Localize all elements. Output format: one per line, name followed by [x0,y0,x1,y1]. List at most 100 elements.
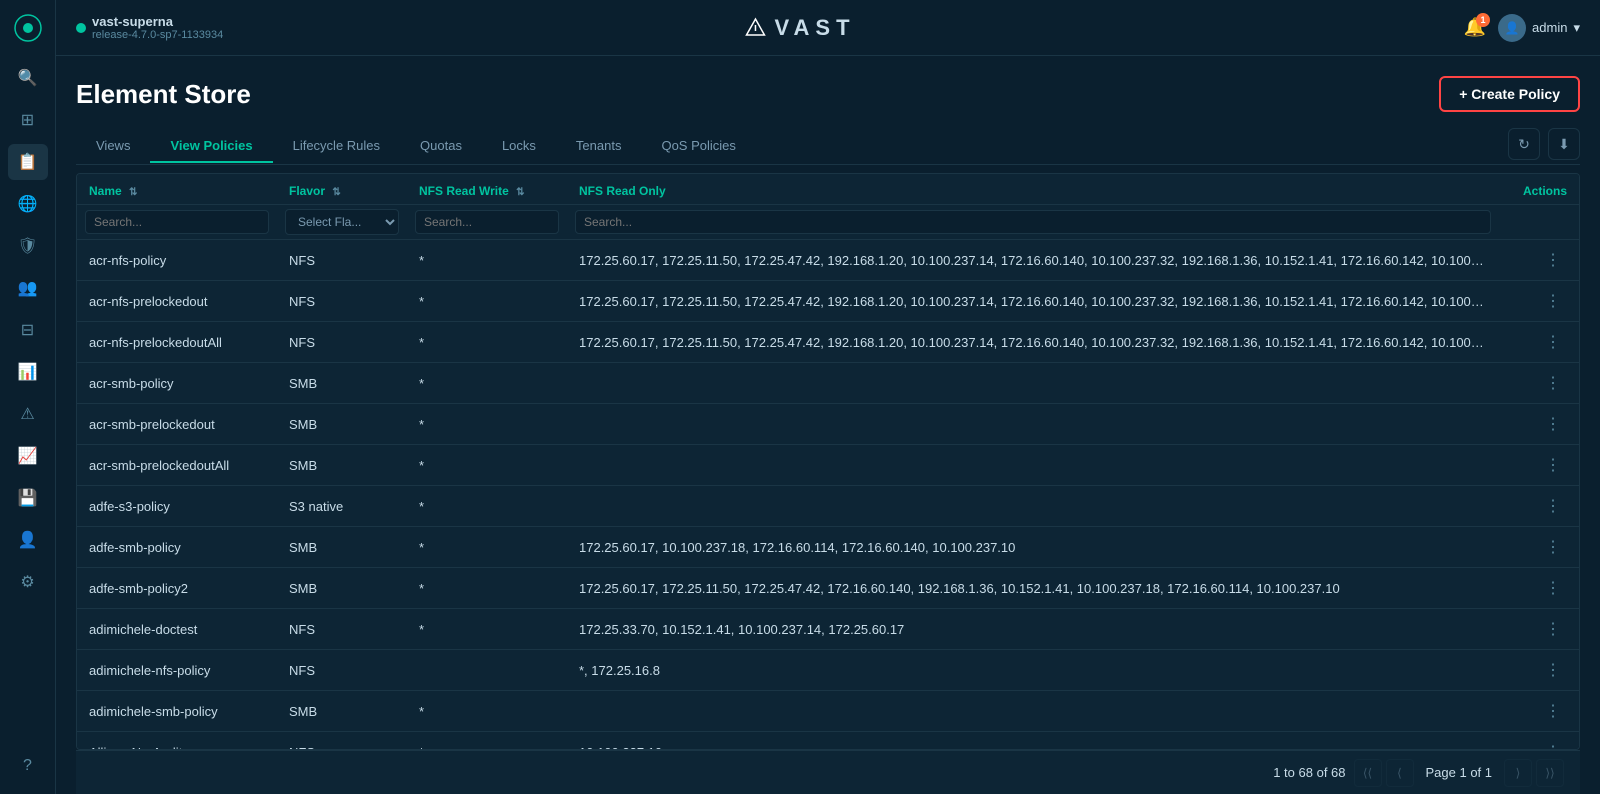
cell-flavor: S3 native [277,486,407,527]
sidebar-item-alert[interactable]: ⚠ [8,396,48,432]
table-body: acr-nfs-policy NFS * 172.25.60.17, 172.2… [77,240,1579,751]
download-button[interactable]: ⬇ [1548,128,1580,160]
tab-views[interactable]: Views [76,130,150,163]
sidebar-item-storage[interactable]: 💾 [8,480,48,516]
tab-view-policies[interactable]: View Policies [150,130,272,163]
alert-button[interactable]: 🔔 1 [1464,17,1486,38]
filter-flavor-select[interactable]: Select Fla... [285,209,399,235]
table-row: Allison-No-Audit NFS * 10.100.237.10 ⋮ [77,732,1579,751]
vast-text: VAST [774,15,855,41]
table-row: acr-nfs-prelockedoutAll NFS * 172.25.60.… [77,322,1579,363]
chart-icon: 📊 [18,362,38,382]
row-actions-menu[interactable]: ⋮ [1539,660,1567,681]
sidebar-item-chart[interactable]: 📊 [8,354,48,390]
refresh-button[interactable]: ↻ [1508,128,1540,160]
cell-flavor: SMB [277,691,407,732]
filter-nfs-ro-input[interactable] [575,210,1491,234]
tab-locks[interactable]: Locks [482,130,556,163]
table-header-row: Name ⇅ Flavor ⇅ NFS Read Write ⇅ NFS R [77,174,1579,205]
sidebar-item-user-settings[interactable]: 👤 [8,522,48,558]
page-next-button[interactable]: ⟩ [1504,759,1532,787]
sidebar-item-reports[interactable]: 📋 [8,144,48,180]
user-settings-icon: 👤 [18,530,38,550]
row-actions-menu[interactable]: ⋮ [1539,619,1567,640]
page-last-button[interactable]: ⟩⟩ [1536,759,1564,787]
tab-lifecycle-rules[interactable]: Lifecycle Rules [273,130,400,163]
storage-icon: 💾 [18,488,38,508]
col-header-flavor[interactable]: Flavor ⇅ [277,174,407,205]
filter-nfs-rw-input[interactable] [415,210,559,234]
row-actions-menu[interactable]: ⋮ [1539,250,1567,271]
instance-status: vast-superna release-4.7.0-sp7-1133934 [76,14,223,41]
table-row: acr-nfs-prelockedout NFS * 172.25.60.17,… [77,281,1579,322]
sidebar-item-layers[interactable]: ⊟ [8,312,48,348]
cell-nfs-rw: * [407,445,567,486]
tabs-left: Views View Policies Lifecycle Rules Quot… [76,130,756,162]
cell-flavor: SMB [277,363,407,404]
sort-icon-flavor: ⇅ [332,187,340,198]
cell-nfs-ro [567,404,1499,445]
cell-nfs-rw: * [407,240,567,281]
cell-name: adimichele-doctest [77,609,277,650]
cell-flavor: NFS [277,322,407,363]
cell-nfs-rw: * [407,568,567,609]
cell-name: acr-smb-policy [77,363,277,404]
policies-table: Name ⇅ Flavor ⇅ NFS Read Write ⇅ NFS R [77,174,1579,750]
row-actions-menu[interactable]: ⋮ [1539,414,1567,435]
tab-tenants[interactable]: Tenants [556,130,642,163]
sidebar-item-settings[interactable]: ⚙ [8,564,48,600]
download-icon: ⬇ [1558,136,1570,153]
cell-nfs-rw: * [407,732,567,751]
sidebar-item-dashboard[interactable]: ⊞ [8,102,48,138]
row-actions-menu[interactable]: ⋮ [1539,742,1567,750]
alert-count: 1 [1476,13,1490,27]
cell-actions: ⋮ [1499,363,1579,404]
instance-version: release-4.7.0-sp7-1133934 [92,29,223,41]
chevron-down-icon: ▾ [1573,20,1580,36]
page-first-button[interactable]: ⟨⟨ [1354,759,1382,787]
cell-name: Allison-No-Audit [77,732,277,751]
cell-nfs-ro [567,363,1499,404]
table-row: acr-smb-policy SMB * ⋮ [77,363,1579,404]
main-content: vast-superna release-4.7.0-sp7-1133934 V… [56,0,1600,794]
user-menu[interactable]: 👤 admin ▾ [1498,14,1580,42]
grid-icon: ⊞ [21,110,34,130]
cell-actions: ⋮ [1499,281,1579,322]
table-row: acr-smb-prelockedout SMB * ⋮ [77,404,1579,445]
col-header-nfs-rw[interactable]: NFS Read Write ⇅ [407,174,567,205]
alert-icon: ⚠ [20,404,34,424]
username: admin [1532,20,1567,35]
tab-qos-policies[interactable]: QoS Policies [641,130,755,163]
tab-quotas[interactable]: Quotas [400,130,482,163]
cell-nfs-ro: 172.25.60.17, 172.25.11.50, 172.25.47.42… [567,322,1499,363]
row-actions-menu[interactable]: ⋮ [1539,701,1567,722]
user-avatar: 👤 [1498,14,1526,42]
row-actions-menu[interactable]: ⋮ [1539,373,1567,394]
page-header: Element Store + Create Policy [76,76,1580,112]
create-policy-button[interactable]: + Create Policy [1439,76,1580,112]
cell-nfs-ro [567,486,1499,527]
row-actions-menu[interactable]: ⋮ [1539,537,1567,558]
sidebar-item-users[interactable]: 👥 [8,270,48,306]
row-actions-menu[interactable]: ⋮ [1539,332,1567,353]
row-actions-menu[interactable]: ⋮ [1539,578,1567,599]
sidebar-item-help[interactable]: ? [8,748,48,784]
page-prev-button[interactable]: ⟨ [1386,759,1414,787]
sidebar-item-search[interactable]: 🔍 [8,60,48,96]
sidebar-item-shield[interactable]: 🛡 [8,228,48,264]
row-actions-menu[interactable]: ⋮ [1539,455,1567,476]
cell-name: adfe-smb-policy2 [77,568,277,609]
cell-actions: ⋮ [1499,732,1579,751]
sidebar-item-trend[interactable]: 📈 [8,438,48,474]
cell-name: acr-nfs-prelockedout [77,281,277,322]
filter-name-input[interactable] [85,210,269,234]
sidebar-item-globe[interactable]: 🌐 [8,186,48,222]
table-row: adimichele-doctest NFS * 172.25.33.70, 1… [77,609,1579,650]
row-actions-menu[interactable]: ⋮ [1539,496,1567,517]
row-actions-menu[interactable]: ⋮ [1539,291,1567,312]
sort-icon-nfs-rw: ⇅ [516,187,524,198]
col-header-name[interactable]: Name ⇅ [77,174,277,205]
cell-flavor: NFS [277,281,407,322]
app-logo[interactable] [10,10,46,46]
cell-name: acr-nfs-policy [77,240,277,281]
